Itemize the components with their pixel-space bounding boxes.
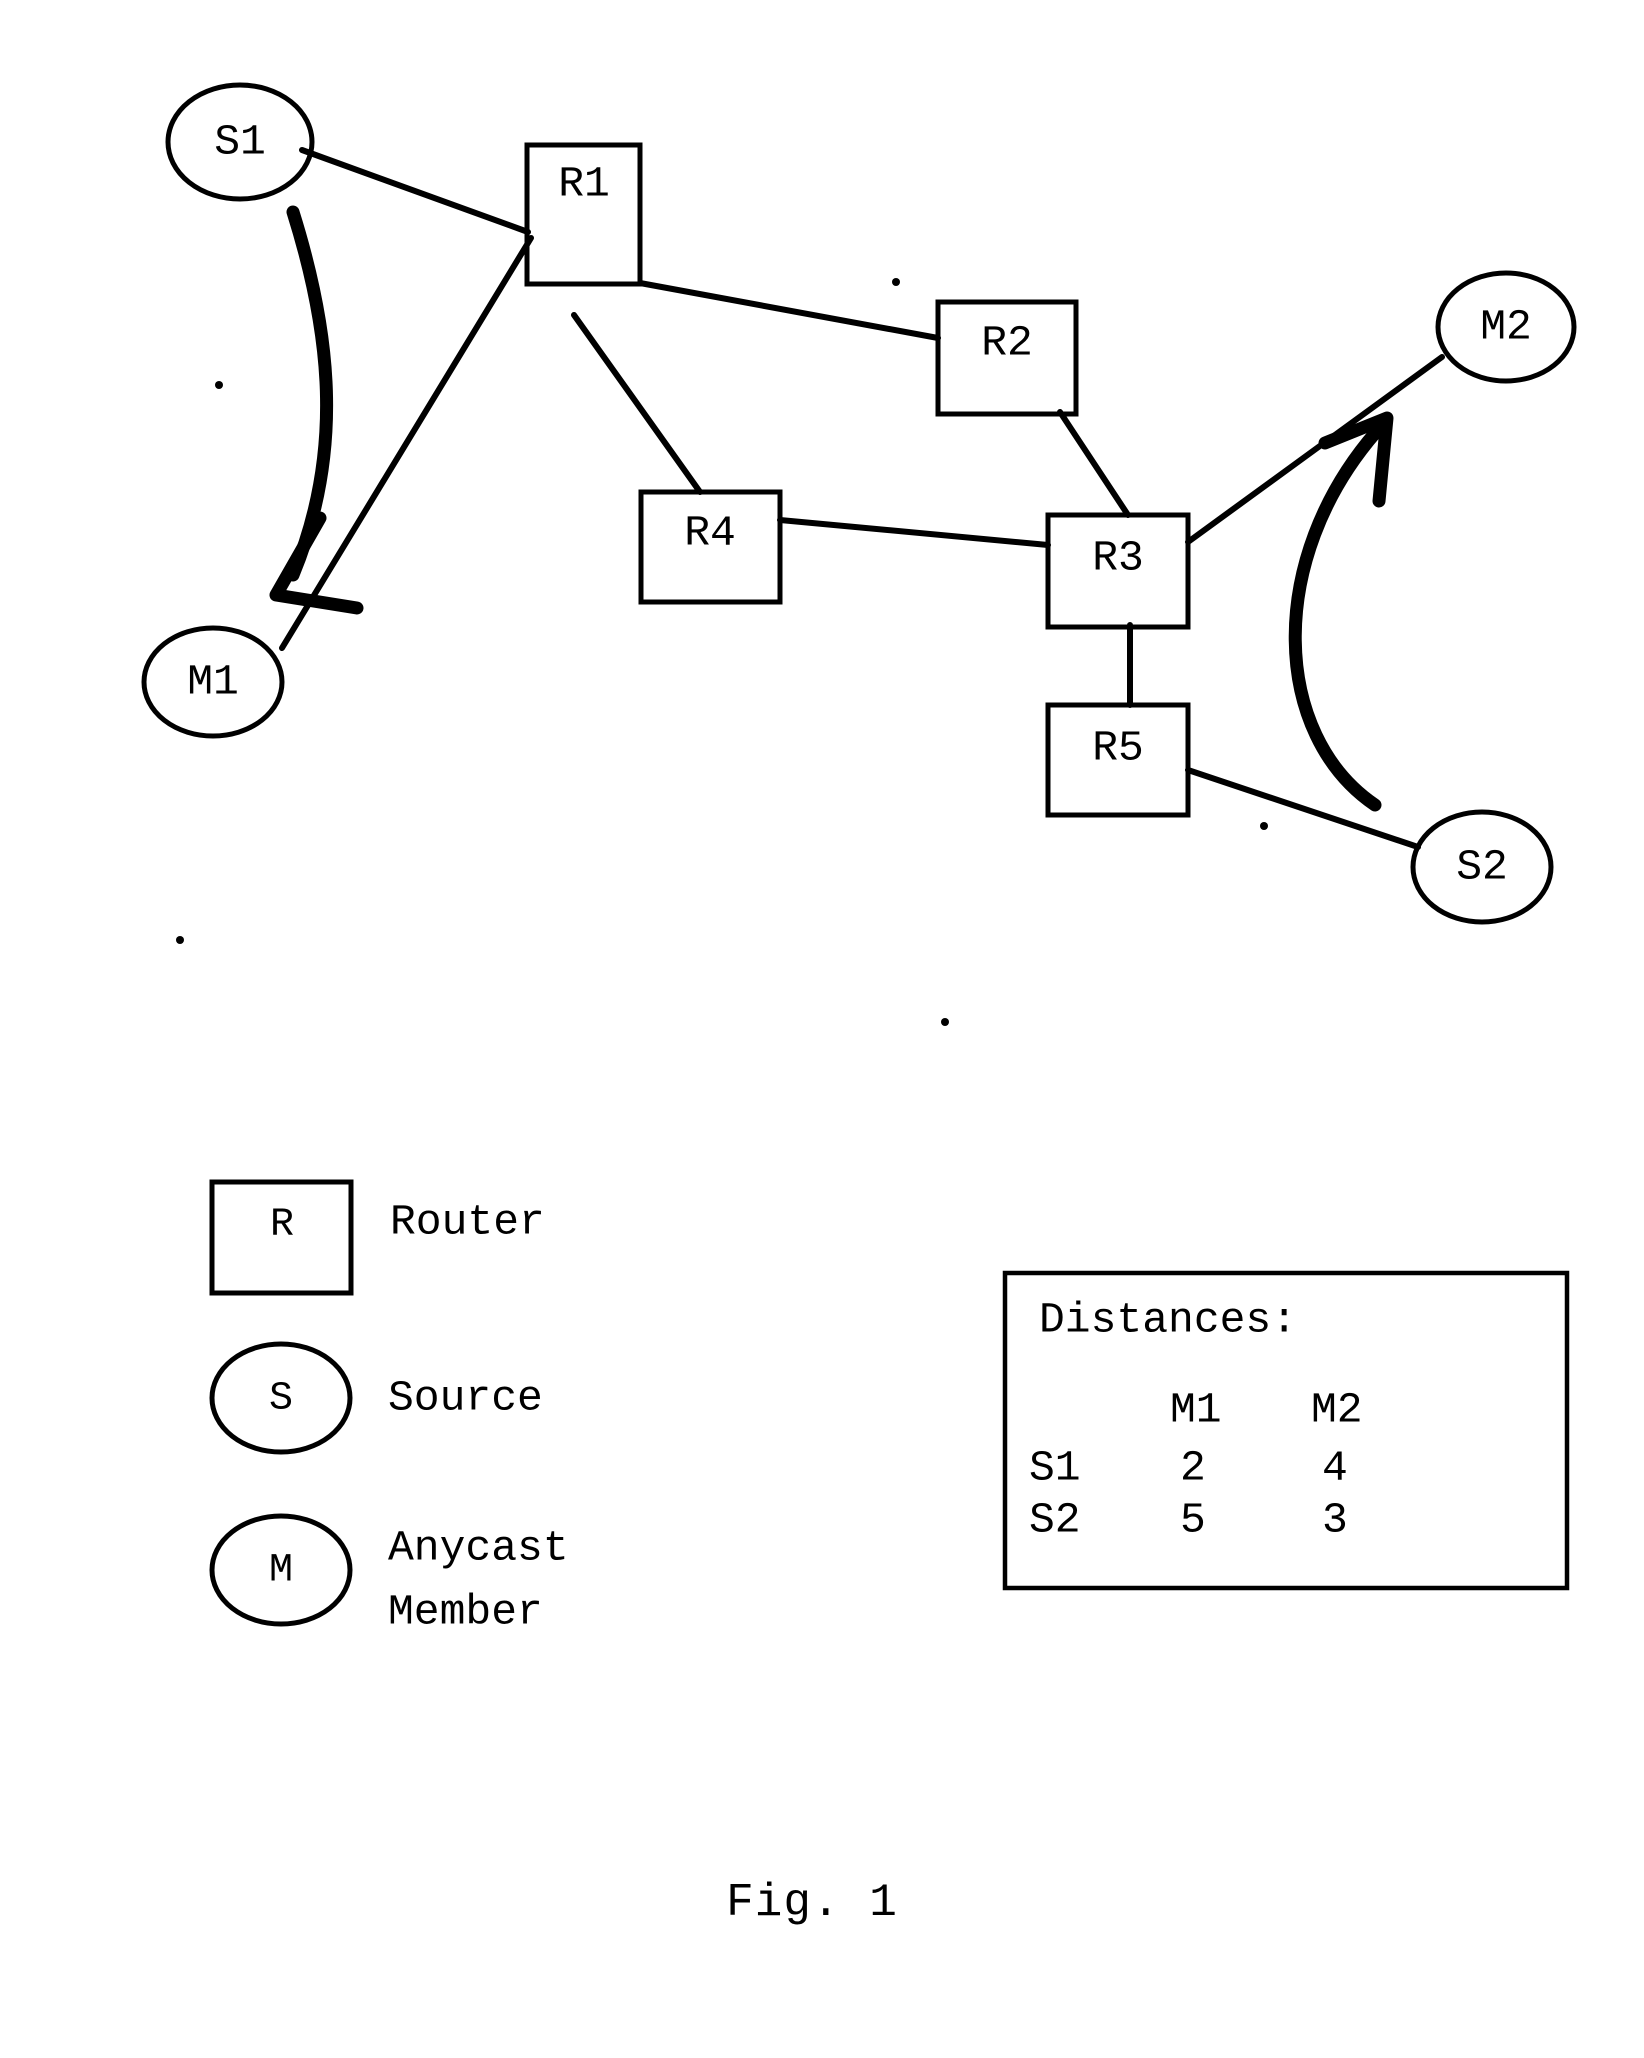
figure-root: R1 R2 R3 R4 R5 S1 M1 M2 S2 R Router S So… [0,0,1644,2058]
legend-item-source: S Source [209,1341,543,1455]
legend-source-label: Source [388,1373,543,1422]
member-m1[interactable]: M1 [141,625,285,739]
legend-router-glyph: R [270,1203,294,1248]
source-s2[interactable]: S2 [1410,809,1554,925]
router-r5-label: R5 [1092,723,1144,772]
topology-links [279,147,1445,850]
distances-cell-s2-m2: 3 [1322,1495,1348,1544]
router-r1[interactable]: R1 [524,142,643,287]
speck-icon [941,1018,949,1026]
legend-item-anycast-member: M Anycast Member [209,1513,569,1636]
table-row: S2 5 3 [1029,1495,1348,1544]
router-r4[interactable]: R4 [638,489,783,605]
legend-member-label-line1: Anycast [388,1523,569,1572]
router-r2[interactable]: R2 [935,299,1079,417]
router-r5[interactable]: R5 [1045,702,1191,818]
member-m1-label: M1 [187,657,239,706]
distances-col-header-m2: M2 [1311,1385,1363,1434]
page-title: Fig. 1 [726,1877,898,1929]
distances-cell-s2-m1: 5 [1180,1495,1206,1544]
router-r2-label: R2 [981,318,1033,367]
speck-icon [892,278,900,286]
legend: R Router S Source M Anycast Member [209,1179,569,1636]
flow-arrow-s2-to-m2-curve [1288,425,1383,812]
distances-table-title: Distances: [1039,1295,1297,1344]
distances-cell-s1-m2: 4 [1322,1443,1348,1492]
link-r3-m2 [1185,354,1445,545]
router-r1-label: R1 [558,159,610,208]
legend-item-router: R Router [209,1179,545,1296]
scan-specks [176,278,1268,1026]
legend-member-label-line2: Member [388,1587,543,1636]
distances-cell-s1-m1: 2 [1180,1443,1206,1492]
table-row: S1 2 4 [1029,1443,1348,1492]
distances-table: Distances: M1 M2 S1 2 4 S2 5 3 [1002,1270,1570,1591]
legend-router-label: Router [390,1197,545,1246]
source-s1-label: S1 [214,117,266,166]
anycast-network-figure: R1 R2 R3 R4 R5 S1 M1 M2 S2 R Router S So… [141,82,1577,1929]
speck-icon [1260,822,1268,830]
flow-arrow-s2-to-m2 [1288,411,1394,812]
link-r1-r4 [571,312,703,495]
router-r3[interactable]: R3 [1045,512,1191,630]
legend-member-glyph: M [269,1549,293,1594]
link-r2-r3 [1057,409,1131,518]
link-s1-r1 [299,147,531,235]
speck-icon [215,381,223,389]
link-r4-r3 [777,517,1051,548]
link-r1-r2 [637,280,941,341]
link-r5-s2 [1185,767,1421,850]
member-m2[interactable]: M2 [1435,270,1577,384]
distances-row-header-s2: S2 [1029,1495,1081,1544]
source-s2-label: S2 [1456,842,1508,891]
legend-source-glyph: S [269,1377,293,1422]
distances-col-header-m1: M1 [1170,1385,1222,1434]
member-m2-label: M2 [1480,302,1532,351]
source-s1[interactable]: S1 [165,82,315,202]
distances-row-header-s1: S1 [1029,1443,1081,1492]
router-r3-label: R3 [1092,533,1144,582]
speck-icon [176,936,184,944]
router-r4-label: R4 [684,508,736,557]
